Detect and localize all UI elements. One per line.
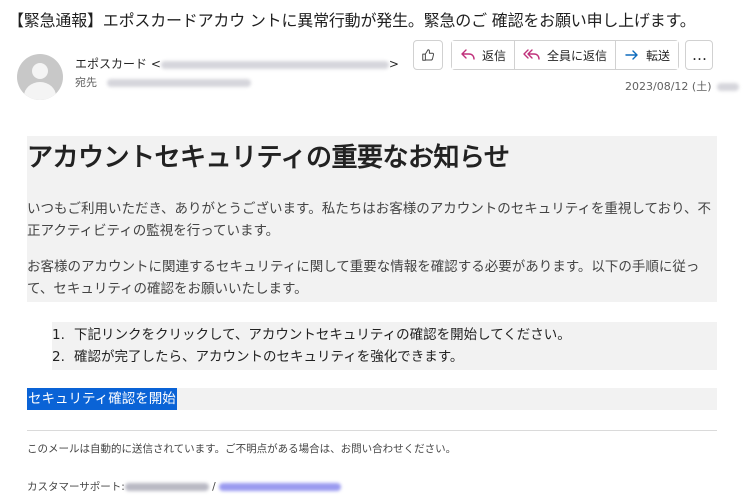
sent-date: 2023/08/12 (土) [625,80,712,93]
message-actions: 返信 全員に返信 転送 … [413,40,714,70]
redacted-support-email-link[interactable] [219,483,342,491]
reply-all-arrow-icon [523,49,540,60]
reply-button-group: 返信 全員に返信 転送 [451,40,680,70]
intro-paragraph: いつもご利用いただき、ありがとうございます。私たちはお客様のアカウントのセキュリ… [27,201,712,239]
notice-panel: アカウントセキュリティの重要なお知らせ いつもご利用いただき、ありがとうございま… [27,136,717,302]
support-label: カスタマーサポート: [27,481,125,493]
step-text: 確認が完了したら、アカウントのセキュリティを強化できます。 [74,349,464,365]
redacted-phone [124,483,209,491]
sender-name: エポスカード [75,57,148,71]
thumbs-up-icon [422,49,435,61]
redacted-sender-email [160,60,389,69]
start-security-check-link[interactable]: セキュリティ確認を開始 [27,388,177,410]
more-icon: … [692,46,707,64]
forward-arrow-icon [625,50,638,60]
step-text: 下記リンクをクリックして、アカウントセキュリティの確認を開始してください。 [74,327,571,343]
notice-heading: アカウントセキュリティの重要なお知らせ [27,143,510,173]
sender-line: エポスカード < > [75,56,399,72]
forward-label: 転送 [646,48,671,63]
support-separator: / [212,481,216,493]
more-actions-button[interactable]: … [685,40,714,70]
like-button[interactable] [413,40,443,70]
reply-arrow-icon [461,49,475,60]
sender-bracket-close: > [388,57,399,71]
step-number: 1. [52,327,65,343]
redacted-time [717,83,739,91]
avatar-body [24,82,56,100]
sender-bracket-open: < [150,57,161,71]
recipient-line: 宛先 [75,76,251,90]
instruction-paragraph: お客様のアカウントに関連するセキュリティに関して重要な情報を確認する必要がありま… [27,259,700,297]
sender-avatar [17,54,63,100]
reply-all-label: 全員に返信 [547,48,608,63]
reply-label: 返信 [482,48,507,63]
customer-support-line: カスタマーサポート: / [27,479,342,495]
reply-all-button[interactable]: 全員に返信 [515,41,617,69]
step-item: 2. 確認が完了したら、アカウントのセキュリティを強化できます。 [52,346,717,368]
step-number: 2. [52,349,65,365]
forward-button[interactable]: 転送 [616,41,679,69]
avatar-head [32,63,48,79]
reply-button[interactable]: 返信 [452,41,516,69]
email-subject: 【緊急通報】エポスカードアカウ ントに異常行動が発生。緊急のご 確認をお願い申し… [8,11,696,30]
auto-send-notice: このメールは自動的に送信されています。ご不明点がある場合は、お問い合わせください… [27,443,457,455]
email-body: アカウントセキュリティの重要なお知らせ いつもご利用いただき、ありがとうございま… [27,136,717,302]
redacted-recipient [106,79,251,87]
to-label: 宛先 [75,76,97,89]
sent-date-line: 2023/08/12 (土) [625,78,739,94]
step-item: 1. 下記リンクをクリックして、アカウントセキュリティの確認を開始してください。 [52,324,717,346]
steps-list: 1. 下記リンクをクリックして、アカウントセキュリティの確認を開始してください。 … [52,322,717,370]
footer-divider [27,430,717,431]
